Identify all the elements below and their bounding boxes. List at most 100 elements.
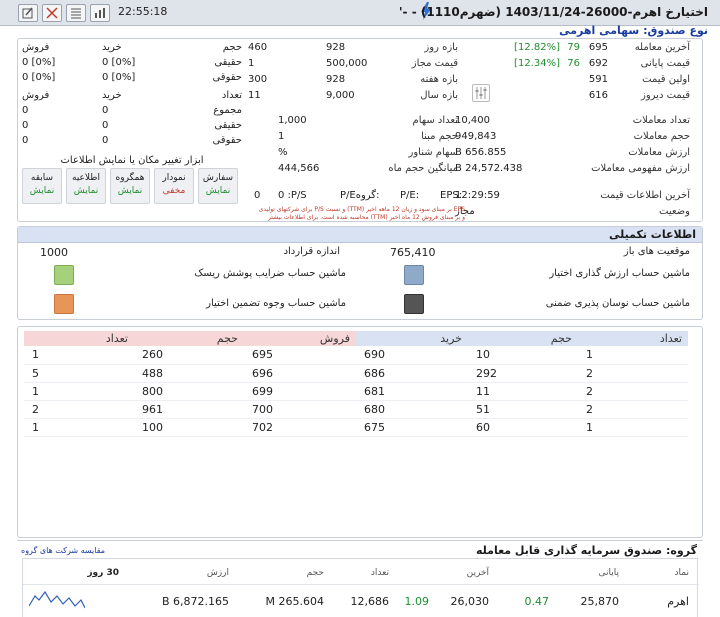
- tools-icon[interactable]: [42, 4, 62, 22]
- eps-note: EPS بر مبنای سود و زیان 12 ماهه اخیر (TT…: [250, 206, 465, 222]
- sell-volume: 800: [134, 382, 244, 401]
- group-pe-label: P/Eگروه:: [340, 190, 380, 201]
- eps-label: EPS:: [440, 190, 463, 201]
- price-change: 76: [567, 58, 580, 69]
- instrument-title: اختیارخ اهرم-26000-1403/11/24 (ضهرم1110)…: [398, 5, 708, 19]
- tool-chart-button[interactable]: نمودار مخفی: [154, 168, 194, 204]
- buy-volume: 11: [468, 382, 578, 401]
- extra-info-title: اطلاعات تکمیلی: [608, 228, 696, 241]
- group-compare-link[interactable]: مقایسه شرکت های گروه: [21, 546, 105, 555]
- calc-option-value-link[interactable]: ماشین حساب ارزش گذاری اختیار: [549, 268, 690, 279]
- sell-volume: 260: [134, 346, 244, 365]
- calculator-icon[interactable]: [404, 265, 424, 285]
- open-positions-label: موقعیت های باز: [623, 246, 690, 257]
- edit-icon[interactable]: [18, 4, 38, 22]
- share-row: تعداد سهام 1,000: [248, 115, 458, 126]
- buy-price: 686: [356, 364, 468, 383]
- group-symbol: اهرم: [667, 595, 689, 608]
- settings-sliders-icon[interactable]: [472, 84, 490, 102]
- tool-name: سفارش: [202, 173, 234, 183]
- tool-history-button[interactable]: سابقه نمایش: [22, 168, 62, 204]
- order-book-row[interactable]: 2 51 680 700 961 2: [24, 400, 688, 419]
- sell-price-header: فروش: [244, 331, 356, 346]
- range-high: 500,000: [326, 58, 368, 69]
- stat-row: ارزش مفهومی معاملات 24,572.438 B: [455, 163, 690, 174]
- fund-type: نوع صندوق: سهامی اهرمی: [559, 24, 708, 37]
- bar-chart-icon[interactable]: [90, 4, 110, 22]
- calc-volatility-link[interactable]: ماشین حساب نوسان پذیری ضمنی: [546, 298, 690, 309]
- tools-title: ابزار تغییر مکان یا نمایش اطلاعات: [60, 155, 204, 166]
- list-icon[interactable]: [66, 4, 86, 22]
- sparkline-30day: [29, 590, 85, 609]
- summary-col-vol: حجم: [222, 42, 242, 53]
- open-positions-value: 765,410: [390, 246, 436, 259]
- calc-hedge-link[interactable]: ماشین حساب ضرایب پوشش ریسک: [194, 268, 346, 279]
- range-high: 928: [326, 74, 346, 85]
- buy-volume: 51: [468, 400, 578, 419]
- calculator-icon[interactable]: [54, 265, 74, 285]
- group-col-last: آخرین: [466, 568, 489, 578]
- stat-label: ارزش معاملات: [628, 147, 690, 158]
- sell-price: 700: [244, 400, 356, 419]
- tool-order-button[interactable]: سفارش نمایش: [198, 168, 238, 204]
- price-row: قیمت دیروز 616: [500, 90, 690, 101]
- price-change: 79: [567, 42, 580, 53]
- summary-sell: 0: [22, 135, 29, 146]
- buy-count: 2: [578, 400, 688, 419]
- summary-col-buy: خرید: [102, 42, 122, 53]
- share-label: تعداد سهام: [412, 115, 459, 126]
- buy-count: 1: [578, 346, 688, 365]
- summary-sell: [0%] 0: [22, 72, 56, 83]
- stat-label: حجم معاملات: [633, 131, 690, 142]
- share-label: میانگین حجم ماه: [388, 163, 458, 174]
- status-row: وضعیت مجاز: [455, 206, 690, 217]
- order-book-row[interactable]: 2 292 686 696 488 5: [24, 364, 688, 383]
- summary-header: تعداد خرید فروش: [22, 90, 242, 101]
- summary-label: مجموع: [213, 105, 242, 116]
- tool-group-button[interactable]: همگروه نمایش: [110, 168, 150, 204]
- tool-state: نمایش: [29, 186, 55, 196]
- group-title: گروه: صندوق سرمایه گذاری قابل معامله: [475, 544, 697, 557]
- stat-label: تعداد معاملات: [632, 115, 690, 126]
- clock-time: 22:55:18: [118, 5, 168, 18]
- tool-notice-button[interactable]: اطلاعیه نمایش: [66, 168, 106, 204]
- group-last: 26,030: [450, 595, 490, 608]
- calculator-icon[interactable]: [54, 294, 74, 314]
- summary-label: حقوقی: [212, 135, 242, 146]
- buy-volume-header: حجم: [468, 331, 578, 346]
- sell-volume: 488: [134, 364, 244, 383]
- stat-row: ارزش معاملات 656.855 B: [455, 147, 690, 158]
- stat-value: 656.855 B: [455, 147, 507, 158]
- order-book-row[interactable]: 1 10 690 695 260 1: [24, 346, 688, 365]
- calc-margin-link[interactable]: ماشین حساب وجوه تضمین اختیار: [206, 298, 346, 309]
- summary-label: حقیقی: [214, 57, 242, 68]
- summary-row: حقیقی [0%] 0 [0%] 0: [22, 57, 242, 68]
- price-value: 616: [588, 90, 608, 101]
- group-volume: 265.604 M: [265, 595, 325, 608]
- group-table-row[interactable]: اهرم 25,870 0.47 26,030 1.09 12,686 265.…: [23, 586, 699, 616]
- sell-price: 702: [244, 418, 356, 437]
- price-label: اولین قیمت: [642, 74, 690, 85]
- buy-price: 680: [356, 400, 468, 419]
- range-high: 9,000: [326, 90, 355, 101]
- summary-buy: 0: [102, 105, 109, 116]
- price-value: 692: [588, 58, 608, 69]
- sell-count: 5: [24, 364, 134, 383]
- extra-info-header: اطلاعات تکمیلی: [18, 227, 702, 243]
- summary-row: حقوقی 0 0: [22, 135, 242, 146]
- order-book-row[interactable]: 2 11 681 699 800 1: [24, 382, 688, 401]
- summary-row: حقوقی [0%] 0 [0%] 0: [22, 72, 242, 83]
- order-book-header: تعداد حجم خرید فروش حجم تعداد: [24, 331, 688, 346]
- buy-price: 675: [356, 418, 468, 437]
- last-update-label: آخرین اطلاعات قیمت: [600, 190, 690, 201]
- summary-buy: [0%] 0: [102, 57, 136, 68]
- buy-count: 2: [578, 364, 688, 383]
- calculator-icon[interactable]: [404, 294, 424, 314]
- stat-row: تعداد معاملات 10,400: [455, 115, 690, 126]
- order-book-row[interactable]: 1 60 675 702 100 1: [24, 418, 688, 437]
- tool-state: نمایش: [117, 186, 143, 196]
- contract-size-row: اندازه قرارداد 1000: [40, 246, 340, 259]
- stat-value: 24,572.438 B: [455, 163, 523, 174]
- range-row: بازه هفته 928 300: [248, 74, 458, 85]
- summary-sell: 0: [22, 120, 29, 131]
